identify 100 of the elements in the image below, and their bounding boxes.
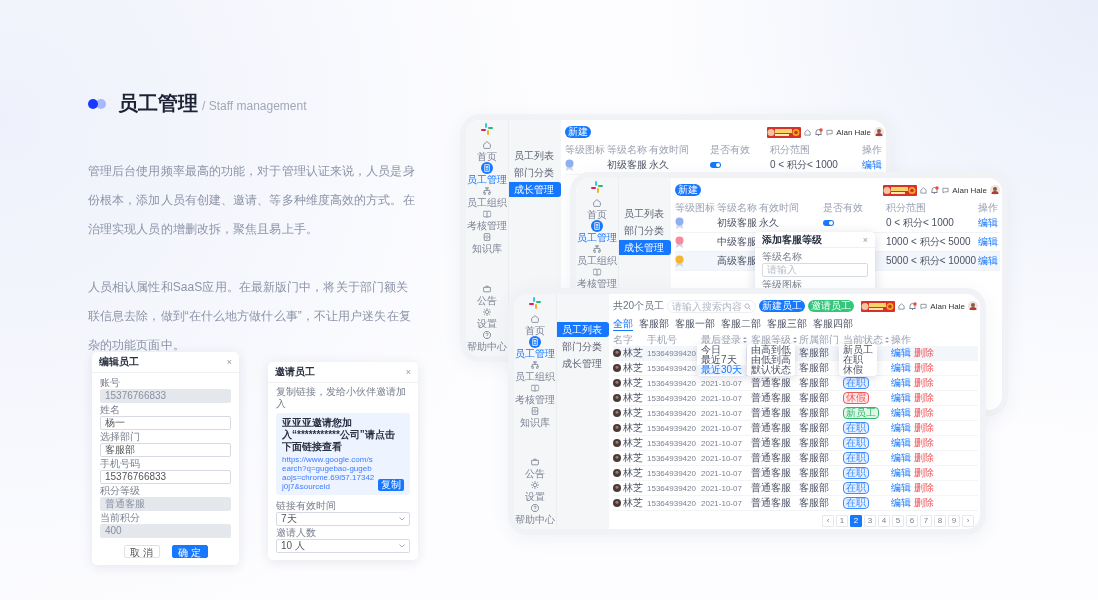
page-button[interactable]: 1 <box>836 515 848 527</box>
confirm-button[interactable]: 确 定 <box>171 545 208 558</box>
submenu-item[interactable]: 员工列表 <box>619 206 671 221</box>
delete-link[interactable]: 删除 <box>914 481 934 495</box>
submenu-item[interactable]: 成长管理 <box>509 182 561 197</box>
edit-link[interactable]: 编辑 <box>891 481 911 495</box>
edit-link[interactable]: 编辑 <box>891 451 911 465</box>
nav-item[interactable]: 帮助中心 <box>515 502 555 525</box>
nav-item[interactable]: 考核管理 <box>515 382 555 405</box>
sort-icon[interactable] <box>743 337 747 343</box>
edit-link[interactable]: 编辑 <box>891 391 911 405</box>
cancel-button[interactable]: 取 消 <box>123 545 160 558</box>
nav-item[interactable]: 首页 <box>525 313 545 336</box>
edit-link[interactable]: 编辑 <box>891 376 911 390</box>
submenu-item[interactable]: 部门分类 <box>619 223 671 238</box>
new-button[interactable]: 新建 <box>675 184 701 196</box>
sort-icon[interactable] <box>885 337 889 343</box>
delete-link[interactable]: 删除 <box>914 421 934 435</box>
delete-link[interactable]: 删除 <box>914 346 934 360</box>
submenu-item[interactable]: 部门分类 <box>509 165 561 180</box>
sort-icon[interactable] <box>793 337 797 343</box>
edit-link[interactable]: 编辑 <box>891 436 911 450</box>
toggle-switch[interactable] <box>822 220 834 226</box>
submenu-item[interactable]: 员工列表 <box>557 322 609 337</box>
nav-item[interactable]: 知识库 <box>472 231 502 254</box>
tab[interactable]: 客服一部 <box>675 318 715 331</box>
nav-item[interactable]: 公告 <box>525 456 545 479</box>
page-button[interactable]: 8 <box>934 515 946 527</box>
submenu-item[interactable]: 部门分类 <box>557 339 609 354</box>
nav-item[interactable]: 员工组织 <box>467 185 507 208</box>
menu-option[interactable]: 由低到高 <box>747 355 795 365</box>
tab[interactable]: 全部 <box>613 318 633 331</box>
toggle-switch[interactable] <box>709 162 721 168</box>
nav-item[interactable]: 首页 <box>587 197 607 220</box>
edit-link[interactable]: 编辑 <box>891 361 911 375</box>
delete-link[interactable]: 删除 <box>914 496 934 510</box>
menu-option[interactable]: 今日 <box>697 345 747 355</box>
nav-item[interactable]: 员工管理 <box>577 220 617 243</box>
select-field[interactable]: 10 人 <box>276 539 410 553</box>
input-field[interactable]: 杨一 <box>100 416 231 430</box>
delete-link[interactable]: 删除 <box>914 361 934 375</box>
page-button[interactable]: 9 <box>948 515 960 527</box>
edit-link[interactable]: 编辑 <box>978 235 1000 249</box>
edit-link[interactable]: 编辑 <box>978 216 1000 230</box>
close-button[interactable]: × <box>226 357 232 367</box>
delete-link[interactable]: 删除 <box>914 376 934 390</box>
previous-page-button[interactable]: ‹ <box>822 515 834 527</box>
edit-link[interactable]: 编辑 <box>891 406 911 420</box>
edit-link[interactable]: 编辑 <box>891 346 911 360</box>
page-button[interactable]: 7 <box>920 515 932 527</box>
input-field[interactable]: 15376766833 <box>100 470 231 484</box>
delete-link[interactable]: 删除 <box>914 436 934 450</box>
new-button[interactable]: 新建 <box>565 126 591 138</box>
close-button[interactable]: × <box>862 234 868 245</box>
menu-option[interactable]: 在职 <box>839 355 877 365</box>
menu-option[interactable]: 默认状态 <box>747 365 795 375</box>
page-button[interactable]: 6 <box>906 515 918 527</box>
nav-item[interactable]: 员工组织 <box>515 359 555 382</box>
menu-option[interactable]: 最近30天 <box>697 365 747 375</box>
nav-item[interactable]: 帮助中心 <box>467 329 507 352</box>
edit-link[interactable]: 编辑 <box>891 466 911 480</box>
nav-item[interactable]: 考核管理 <box>467 208 507 231</box>
action-button[interactable]: 邀请员工 <box>808 300 855 312</box>
nav-item[interactable]: 知识库 <box>520 405 550 428</box>
select-field[interactable]: 7天 <box>276 512 410 526</box>
menu-option[interactable]: 新员工 <box>839 345 877 355</box>
delete-link[interactable]: 删除 <box>914 451 934 465</box>
submenu-item[interactable]: 员工列表 <box>509 148 561 163</box>
nav-item[interactable]: 员工管理 <box>467 162 507 185</box>
nav-item[interactable]: 设置 <box>525 479 545 502</box>
nav-item[interactable]: 公告 <box>477 283 497 306</box>
menu-option[interactable]: 由高到低 <box>747 345 795 355</box>
delete-link[interactable]: 删除 <box>914 466 934 480</box>
edit-link[interactable]: 编辑 <box>891 496 911 510</box>
page-button[interactable]: 5 <box>892 515 904 527</box>
close-button[interactable]: × <box>405 367 411 377</box>
edit-link[interactable]: 编辑 <box>978 254 1000 268</box>
nav-item[interactable]: 员工管理 <box>515 336 555 359</box>
tab[interactable]: 客服四部 <box>813 318 853 331</box>
next-page-button[interactable]: › <box>962 515 974 527</box>
tab[interactable]: 客服二部 <box>721 318 761 331</box>
tab[interactable]: 客服三部 <box>767 318 807 331</box>
menu-option[interactable]: 休假 <box>839 365 877 375</box>
submenu-item[interactable]: 成长管理 <box>619 240 671 255</box>
nav-item[interactable]: 首页 <box>477 139 497 162</box>
copy-button[interactable]: 复制 <box>378 479 404 491</box>
page-button[interactable]: 4 <box>878 515 890 527</box>
tab[interactable]: 客服部 <box>639 318 669 331</box>
edit-link[interactable]: 编辑 <box>891 421 911 435</box>
nav-item[interactable]: 设置 <box>477 306 497 329</box>
action-button[interactable]: 新建员工 <box>759 300 806 312</box>
page-button[interactable]: 2 <box>850 515 862 527</box>
invite-link[interactable]: https://www.google.com/search?q=gugebao-gugebaojs=chrome.69i57.17342j0j7&sourceid <box>282 455 375 491</box>
menu-option[interactable]: 最近7天 <box>697 355 747 365</box>
nav-item[interactable]: 员工组织 <box>577 243 617 266</box>
submenu-item[interactable]: 成长管理 <box>557 356 609 371</box>
nav-item[interactable]: 考核管理 <box>577 266 617 289</box>
delete-link[interactable]: 删除 <box>914 406 934 420</box>
edit-link[interactable]: 编辑 <box>862 158 884 172</box>
input-field[interactable]: 客服部 <box>100 443 231 457</box>
